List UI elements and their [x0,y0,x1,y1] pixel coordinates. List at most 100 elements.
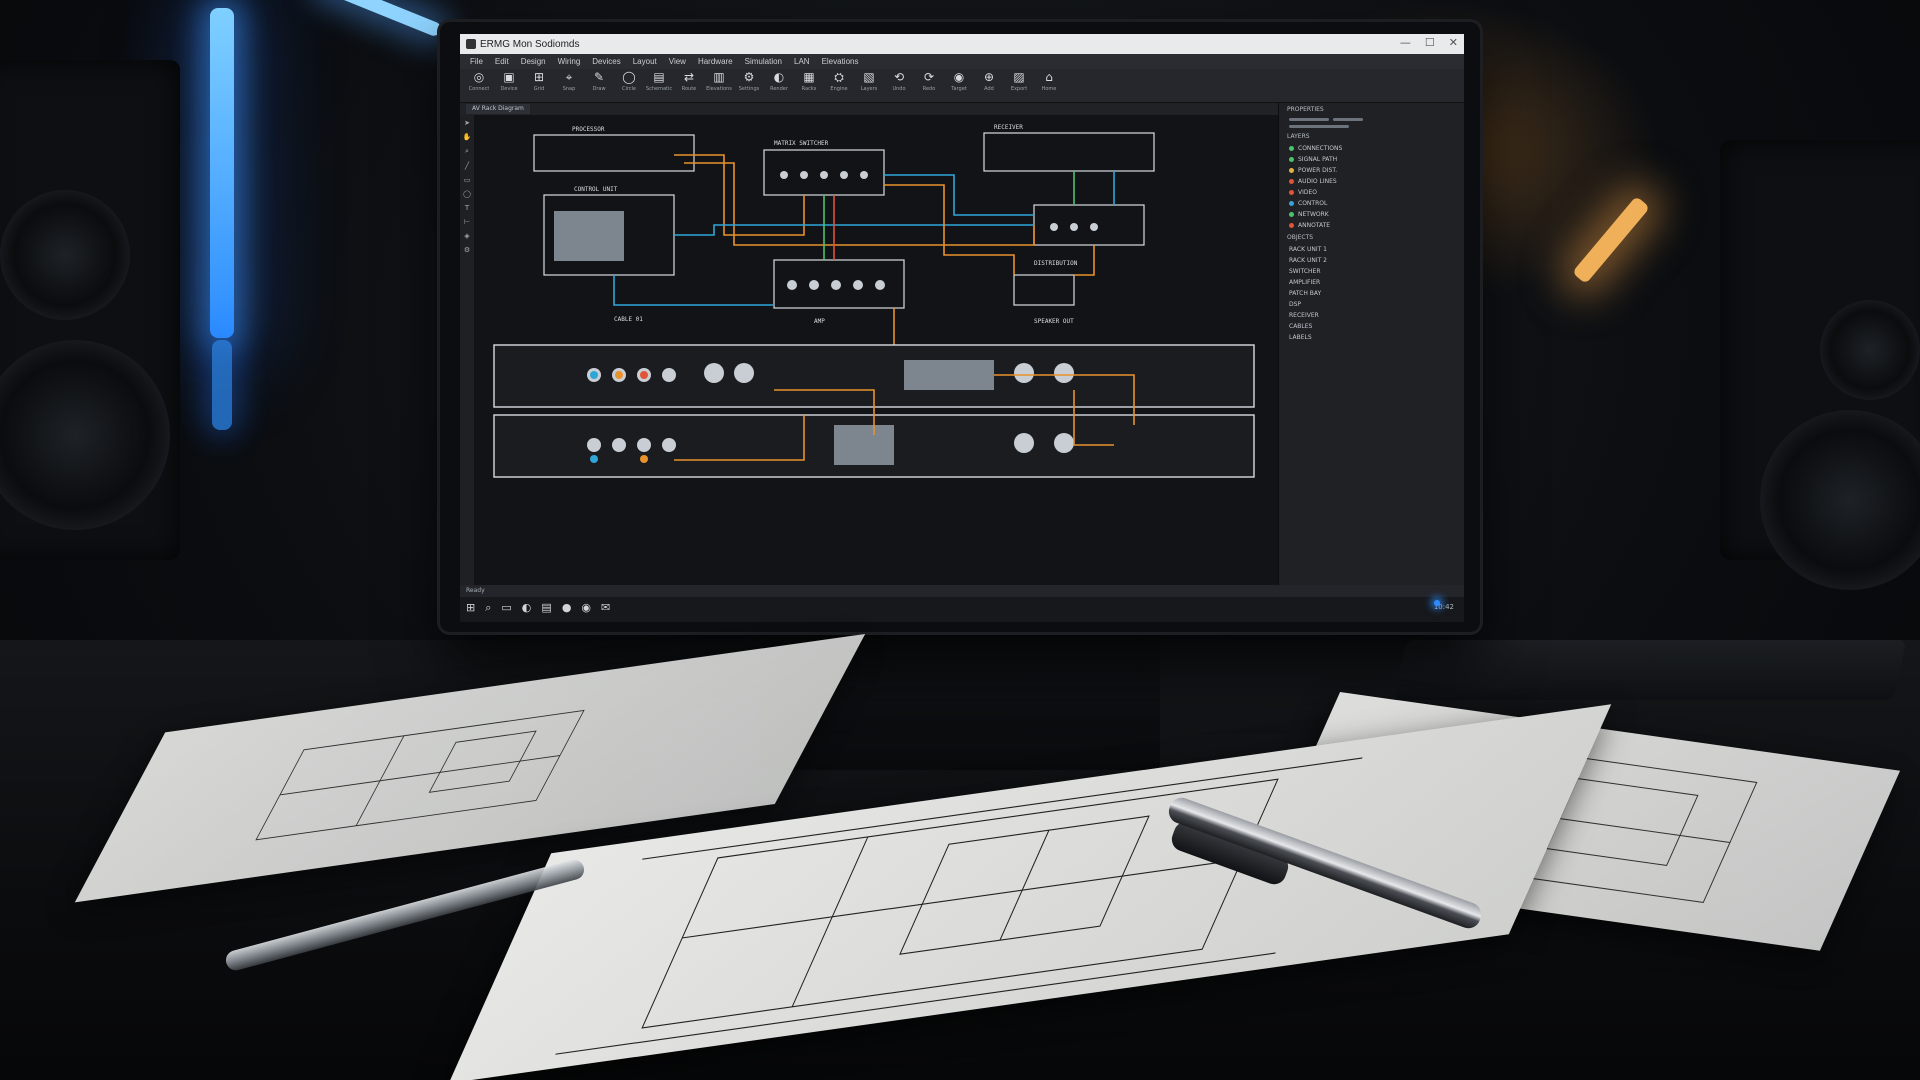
taskbar-icons: ⊞ ⌕ ▭ ◐ ▤ ● ◉ ✉ [466,601,610,615]
app-icon-green[interactable]: ◉ [581,601,591,615]
layer-row[interactable]: CONNECTIONS [1279,143,1464,154]
task-view-icon[interactable]: ▭ [501,601,511,615]
menu-item-10[interactable]: Elevations [822,57,859,66]
menu-item-8[interactable]: Simulation [745,57,782,66]
object-row[interactable]: DSP [1279,299,1464,310]
layer-row[interactable]: NETWORK [1279,209,1464,220]
menu-item-3[interactable]: Wiring [558,57,581,66]
object-name: LABELS [1289,334,1312,341]
layer-row[interactable]: ANNOTATE [1279,220,1464,231]
menu-item-1[interactable]: Edit [495,57,509,66]
blue-neon-light-lower [212,340,232,430]
layer-icon[interactable]: ◈ [464,232,469,240]
layer-row[interactable]: VIDEO [1279,187,1464,198]
toolbar-button-5[interactable]: ◯ Circle [616,69,642,101]
toolbar-button-9[interactable]: ⚙ Settings [736,69,762,101]
layer-color-dot [1289,179,1294,184]
layer-color-dot [1289,146,1294,151]
tool-icon: ▥ [713,70,725,84]
object-row[interactable]: PATCH BAY [1279,288,1464,299]
tool-label: Undo [892,86,906,92]
toolbar-button-6[interactable]: ▤ Schematic [646,69,672,101]
object-row[interactable]: SWITCHER [1279,266,1464,277]
object-row[interactable]: LABELS [1279,332,1464,343]
app-icon-red[interactable]: ● [562,601,572,615]
toolbar-button-19[interactable]: ⌂ Home [1036,69,1062,101]
pan-icon[interactable]: ✋ [463,133,472,141]
menu-item-4[interactable]: Devices [592,57,620,66]
menu-bar: File Edit Design Wiring Devices Layout View Har… [460,54,1464,69]
power-led [1434,600,1440,606]
objects-list: RACK UNIT 1 RACK UNIT 2 SWITCHER AMPLIFIER P… [1279,244,1464,343]
line-icon[interactable]: ╱ [465,162,469,170]
toolbar-button-2[interactable]: ⊞ Grid [526,69,552,101]
browser-icon[interactable]: ◐ [522,601,532,615]
layer-row[interactable]: AUDIO LINES [1279,176,1464,187]
window-title: ERMG Mon Sodiomds [480,38,580,50]
tool-label: Export [1010,86,1028,92]
schematic-drawing: PROCESSOR CONTROL UNIT MATRIX SWITCHER R… [493,124,1255,478]
maximize-button[interactable]: ☐ [1425,36,1435,49]
close-button[interactable]: ✕ [1449,36,1458,49]
document-tab[interactable]: AV Rack Diagram [466,104,530,114]
menu-item-7[interactable]: Hardware [698,57,733,66]
object-row[interactable]: RACK UNIT 1 [1279,244,1464,255]
object-row[interactable]: RACK UNIT 2 [1279,255,1464,266]
tool-icon: ⟳ [923,70,935,84]
minimize-button[interactable]: — [1400,36,1411,49]
toolbar-button-12[interactable]: ⛭ Engine [826,69,852,101]
tool-icon: ⌂ [1045,70,1053,84]
woofer [1760,410,1920,590]
circle-icon[interactable]: ◯ [463,190,471,198]
settings-icon[interactable]: ⚙ [464,246,470,254]
label-matrix: MATRIX SWITCHER [774,140,829,147]
toolbar-button-18[interactable]: ▨ Export [1006,69,1032,101]
label-cable: CABLE 01 [614,316,643,323]
device-small-box [1013,274,1075,306]
menu-item-0[interactable]: File [470,57,483,66]
folder-icon[interactable]: ▤ [541,601,551,615]
menu-item-9[interactable]: LAN [794,57,810,66]
object-name: PATCH BAY [1289,290,1322,297]
layer-row[interactable]: CONTROL [1279,198,1464,209]
toolbar-button-13[interactable]: ▧ Layers [856,69,882,101]
layer-row[interactable]: POWER DIST. [1279,165,1464,176]
toolbar-button-0[interactable]: ◎ Connect [466,69,492,101]
mail-icon[interactable]: ✉ [601,601,610,615]
toolbar-button-8[interactable]: ▥ Elevations [706,69,732,101]
select-icon[interactable]: ➤ [464,119,470,127]
blue-neon-light [210,8,234,338]
toolbar-button-3[interactable]: ⌖ Snap [556,69,582,101]
menu-item-5[interactable]: Layout [633,57,657,66]
rect-icon[interactable]: ▭ [464,176,471,184]
object-row[interactable]: CABLES [1279,321,1464,332]
measure-icon[interactable]: ⊢ [464,218,470,226]
layer-color-dot [1289,157,1294,162]
object-name: RECEIVER [1289,312,1319,319]
object-row[interactable]: RECEIVER [1279,310,1464,321]
label-speaker-out: SPEAKER OUT [1034,318,1074,325]
text-icon[interactable]: T [465,204,469,212]
toolbar-button-15[interactable]: ⟳ Redo [916,69,942,101]
label-control: CONTROL UNIT [574,186,618,193]
toolbar-button-16[interactable]: ◉ Target [946,69,972,101]
toolbar-button-1[interactable]: ▣ Device [496,69,522,101]
layer-name: POWER DIST. [1298,167,1338,174]
menu-item-6[interactable]: View [669,57,686,66]
toolbar-button-14[interactable]: ⟲ Undo [886,69,912,101]
zoom-icon[interactable]: ⌕ [465,147,469,156]
start-icon[interactable]: ⊞ [466,601,475,615]
menu-item-2[interactable]: Design [521,57,546,66]
toolbar-button-11[interactable]: ▦ Racks [796,69,822,101]
tool-icon: ▤ [653,70,665,84]
search-icon[interactable]: ⌕ [485,601,491,615]
layer-row[interactable]: SIGNAL PATH [1279,154,1464,165]
tool-label: Racks [801,86,817,92]
desk-scene: ERMG Mon Sodiomds — ☐ ✕ File Edit Design Wi… [0,0,1920,1080]
object-row[interactable]: AMPLIFIER [1279,277,1464,288]
toolbar-button-17[interactable]: ⊕ Add [976,69,1002,101]
toolbar-button-4[interactable]: ✎ Draw [586,69,612,101]
toolbar-button-7[interactable]: ⇄ Route [676,69,702,101]
toolbar-button-10[interactable]: ◐ Render [766,69,792,101]
drawing-canvas[interactable]: PROCESSOR CONTROL UNIT MATRIX SWITCHER R… [474,115,1278,585]
